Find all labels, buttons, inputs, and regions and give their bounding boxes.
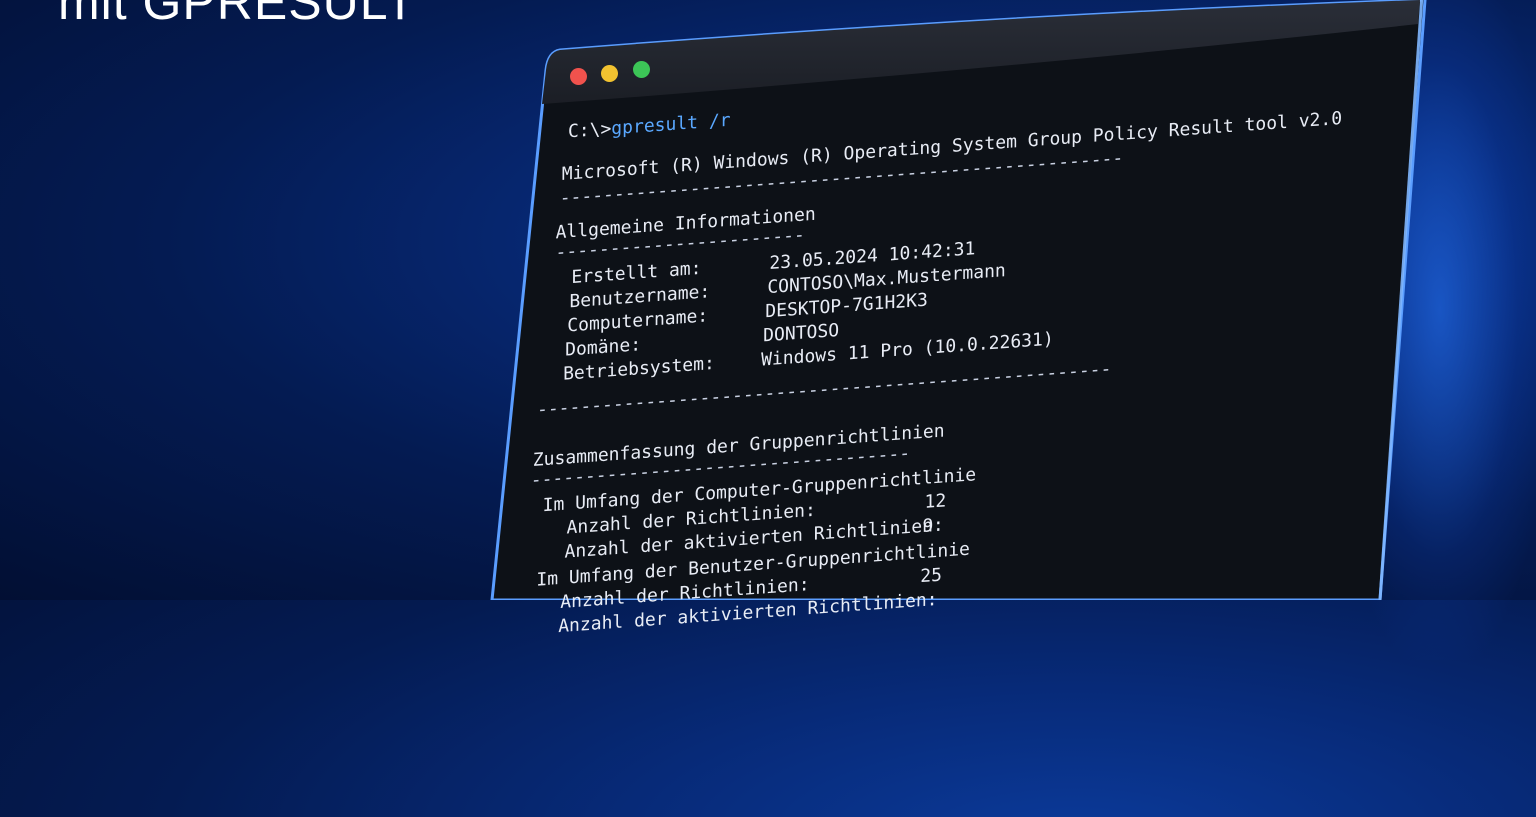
maximize-button[interactable] bbox=[633, 61, 650, 78]
active-count-value: 9 bbox=[922, 515, 934, 538]
field-value: DONTOSO bbox=[763, 319, 840, 347]
background-glow bbox=[1330, 0, 1536, 660]
prompt-line: C:\>gpresult /r bbox=[568, 110, 731, 143]
command-text: gpresult /r bbox=[611, 109, 731, 140]
policy-count-value: 25 bbox=[920, 564, 943, 588]
close-button[interactable] bbox=[570, 68, 587, 85]
page-title: mit GPRESULT bbox=[58, 0, 417, 30]
minimize-button[interactable] bbox=[601, 65, 618, 82]
field-label: Domäne: bbox=[565, 334, 642, 361]
terminal-output[interactable]: C:\>gpresult /r Microsoft (R) Windows (R… bbox=[531, 68, 1342, 816]
policy-count-value: 12 bbox=[924, 490, 947, 513]
prompt: C:\> bbox=[567, 118, 612, 143]
